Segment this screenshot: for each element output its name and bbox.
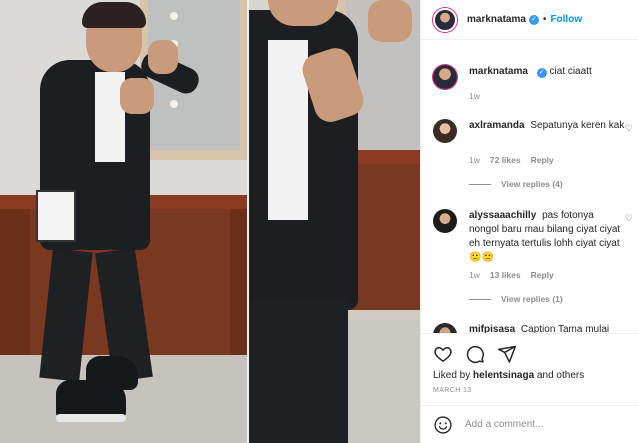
comment-input[interactable] [465,419,625,430]
comment-item: alyssaaachilly pas fotonya nongol baru m… [433,209,633,265]
follow-button[interactable]: Follow [550,14,582,25]
caption-avatar[interactable] [433,65,457,89]
comment-username[interactable]: alyssaaachilly [469,210,536,221]
comment-avatar[interactable] [433,209,457,233]
author-avatar[interactable] [433,7,457,32]
header-separator: • [542,14,547,25]
comment-text: Sepatunya keren kak [530,120,625,131]
photo-panel-zoomed [248,0,420,443]
view-replies-button[interactable]: View replies (1) [469,294,563,304]
comment-username[interactable]: axlramanda [469,120,525,131]
emoji-icon[interactable] [433,415,453,435]
liked-by-others[interactable]: and others [537,370,584,381]
comment-time: 1w [469,270,480,280]
comment-likes[interactable]: 72 likes [490,155,521,165]
view-replies-button[interactable]: View replies (4) [469,179,563,189]
reply-button[interactable]: Reply [531,270,554,280]
add-comment-bar [421,405,638,443]
comment-username[interactable]: mifpisasa [469,324,515,333]
small-heart-icon[interactable]: ♡ [625,123,633,134]
caption-verified-icon: ✓ [536,68,547,78]
post-header: marknatama ✓ • Follow [421,0,638,40]
reply-button[interactable]: Reply [531,155,554,165]
post-photo[interactable] [0,0,420,443]
comment-icon[interactable] [465,344,485,364]
comment-likes[interactable]: 13 likes [490,270,521,280]
verified-badge-icon: ✓ [528,14,539,25]
liked-by-user[interactable]: helentsinaga [473,370,534,381]
view-replies-label: View replies (1) [501,294,563,304]
caption-row: marknatama ✓ ciat ciaatt [433,65,633,89]
caption-username[interactable]: marknatama [469,66,528,77]
jacket-patch [36,190,76,242]
photo-panel-full-body [0,0,248,443]
view-replies-label: View replies (4) [501,179,563,189]
share-icon[interactable] [497,344,517,364]
liked-by-text: Liked by helentsinaga and others [433,370,585,381]
small-heart-icon[interactable]: ♡ [625,213,633,224]
caption-text: ciat ciaatt [549,66,592,77]
comments-list[interactable]: marknatama ✓ ciat ciaatt 1w axlramanda S… [421,41,638,333]
post-date[interactable]: MARCH 13 [433,387,472,394]
comment-time: 1w [469,155,480,165]
instagram-post-view: marknatama ✓ • Follow marknatama ✓ ciat … [0,0,638,443]
comment-avatar[interactable] [433,119,457,143]
comment-item: mifpisasa Caption Tama mulai [433,323,633,333]
post-side-panel: marknatama ✓ • Follow marknatama ✓ ciat … [420,0,638,443]
comment-item: axlramanda Sepatunya keren kak ♡ [433,119,633,143]
heart-icon[interactable] [433,344,453,364]
comment-avatar[interactable] [433,323,457,333]
caption-time: 1w [469,91,480,101]
comment-text: Caption Tama mulai [520,324,610,333]
author-username[interactable]: marknatama [467,14,526,25]
